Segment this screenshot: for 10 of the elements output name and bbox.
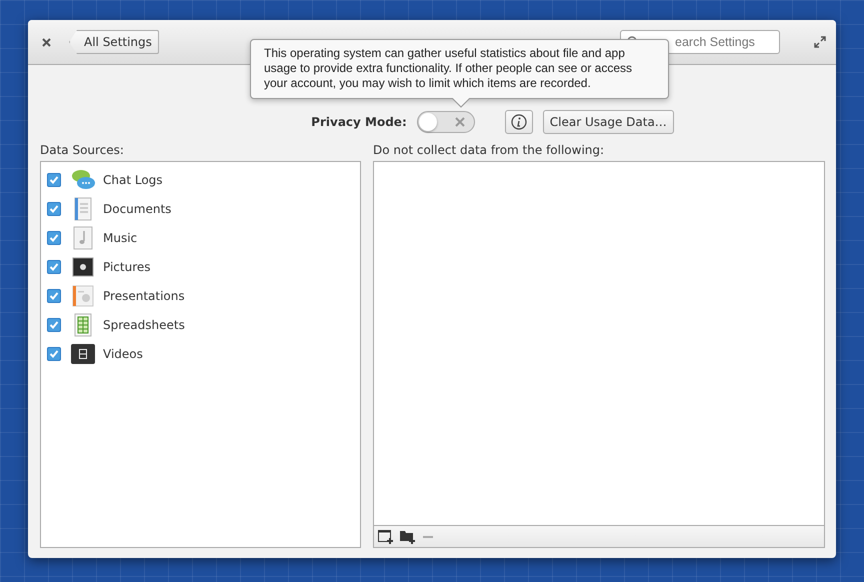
data-sources-label: Data Sources: — [40, 143, 125, 159]
exclusions-label: Do not collect data from the following: — [373, 143, 606, 159]
source-label: Pictures — [103, 260, 151, 274]
source-label: Videos — [103, 346, 143, 360]
privacy-mode-label: Privacy Mode: — [311, 115, 407, 129]
source-label: Documents — [103, 202, 172, 216]
source-label: Music — [103, 230, 138, 244]
source-label: Spreadsheets — [103, 318, 185, 332]
source-label: Presentations — [103, 288, 185, 302]
source-label: Chat Logs — [103, 172, 163, 186]
